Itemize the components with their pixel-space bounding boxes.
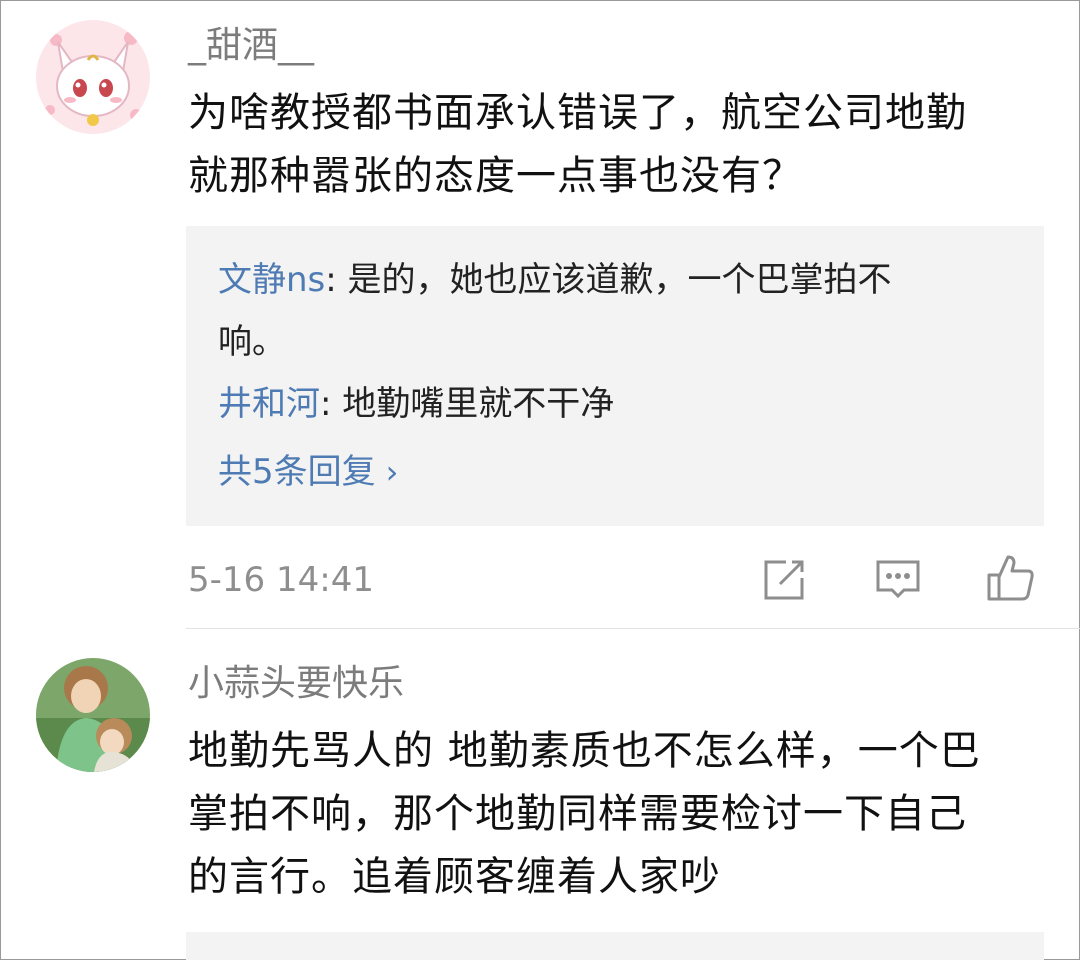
reply-author[interactable]: 文静ns: [218, 260, 325, 300]
reply-text-continued: 响。: [218, 322, 286, 362]
comment-text-line: 地勤先骂人的 地勤素质也不怎么样，一个巴: [188, 728, 981, 774]
reply-item[interactable]: 文静ns: 是的，她也应该道歉，一个巴掌拍不: [218, 248, 892, 312]
comment-divider: [186, 628, 1080, 629]
reply-text: 地勤嘴里就不干净: [342, 384, 615, 424]
comment-username[interactable]: 小蒜头要快乐: [188, 664, 404, 704]
share-icon[interactable]: [760, 556, 808, 604]
reply-text: 是的，她也应该道歉，一个巴掌拍不: [347, 260, 892, 300]
reply-author[interactable]: 井和河: [218, 384, 320, 424]
comment-username[interactable]: _甜酒__: [188, 26, 314, 66]
cat-avatar-icon: [36, 20, 150, 134]
reply-preview-box[interactable]: [186, 932, 1044, 960]
comment-text: 为啥教授都书面承认错误了，航空公司地勤 就那种嚣张的态度一点事也没有？: [188, 82, 967, 208]
comment-text-line: 掌拍不响，那个地勤同样需要检讨一下自己: [188, 791, 967, 837]
reply-item[interactable]: 井和河: 地勤嘴里就不干净: [218, 372, 614, 436]
comment-text: 地勤先骂人的 地勤素质也不怎么样，一个巴 掌拍不响，那个地勤同样需要检讨一下自己…: [188, 720, 981, 909]
reply-preview-box[interactable]: 文静ns: 是的，她也应该道歉，一个巴掌拍不 响。 井和河: 地勤嘴里就不干净 …: [186, 226, 1044, 526]
comment-text-line: 的言行。追着顾客缠着人家吵: [188, 854, 721, 900]
avatar[interactable]: [36, 20, 150, 134]
comment-text-line: 就那种嚣张的态度一点事也没有？: [188, 153, 803, 199]
comment-icon[interactable]: [874, 556, 922, 604]
anime-avatar-icon: [36, 658, 150, 772]
avatar[interactable]: [36, 658, 150, 772]
comment-timestamp: 5-16 14:41: [188, 560, 374, 600]
view-all-replies-link[interactable]: 共5条回复 ›: [218, 452, 398, 492]
comment-text-line: 为啥教授都书面承认错误了，航空公司地勤: [188, 90, 967, 136]
chevron-right-icon: ›: [385, 453, 399, 491]
like-icon[interactable]: [986, 553, 1034, 601]
